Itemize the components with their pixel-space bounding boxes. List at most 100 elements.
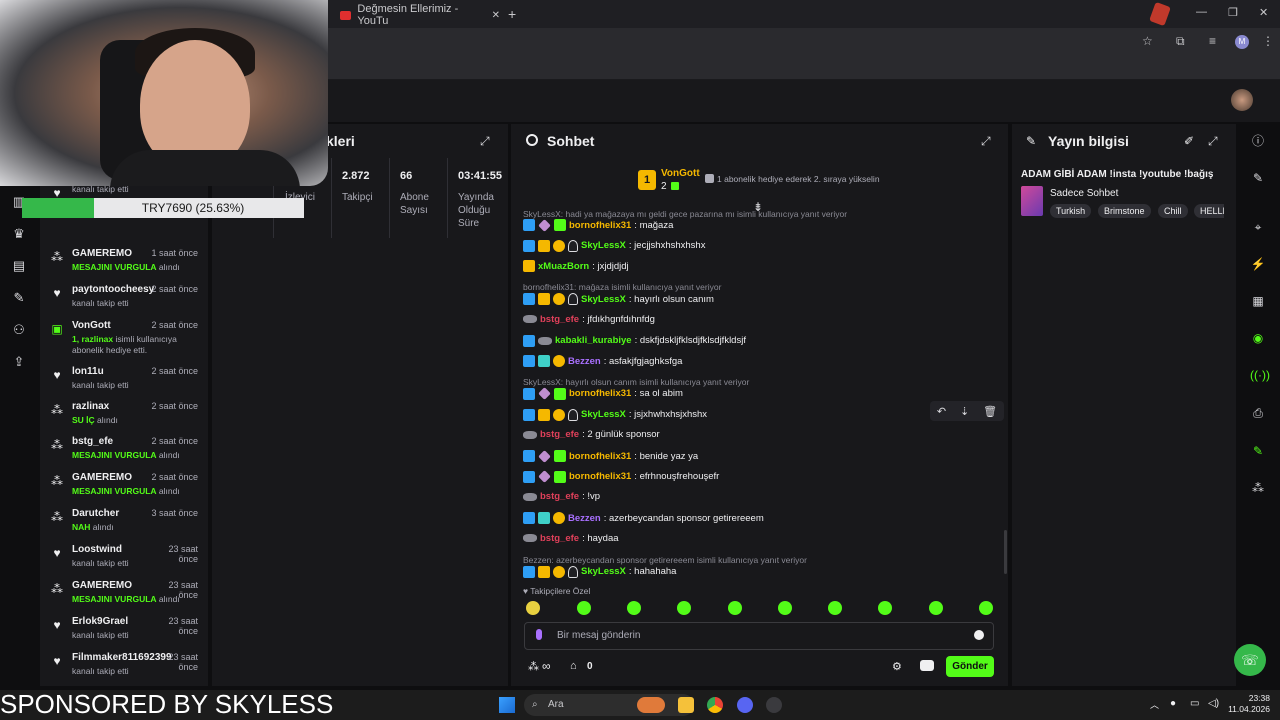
chat-username[interactable]: xMuazBorn <box>538 261 589 272</box>
extensions-icon[interactable]: ⧉ <box>1176 34 1185 49</box>
chevron-up-icon[interactable]: ︿ <box>1150 698 1159 711</box>
file-explorer-icon[interactable] <box>678 697 694 713</box>
chat-popout-icon[interactable]: ⤢ <box>981 134 991 149</box>
activity-item[interactable]: ⁂ GAMEREMO 1 saat önce MESAJINI VURGULA alı… <box>40 248 208 282</box>
chat-username[interactable]: bornofhelix31 <box>569 451 631 462</box>
emote-button[interactable] <box>778 601 792 615</box>
emote-button[interactable] <box>929 601 943 615</box>
chat-bubble-icon[interactable]: ◉ <box>1250 330 1266 346</box>
video-icon[interactable]: ▤ <box>11 258 27 274</box>
emote-button[interactable] <box>677 601 691 615</box>
upload-icon[interactable]: ⇪ <box>11 354 27 370</box>
stream-tag[interactable]: HELLI <box>1194 204 1224 218</box>
pin-icon[interactable]: ⇣ <box>960 405 969 418</box>
widget-icon[interactable] <box>637 697 665 713</box>
star-icon[interactable]: ☆ <box>1142 34 1153 48</box>
chat-message[interactable]: bornofhelix31: mağaza <box>523 218 673 232</box>
popout-icon[interactable]: ⤢ <box>480 134 490 149</box>
chat-message[interactable]: SkyLessX: hahahaha <box>523 565 676 578</box>
activity-item[interactable]: ♥ lon11u 2 saat önce kanalı takip etti <box>40 366 208 400</box>
maximize-button[interactable]: ❐ <box>1228 6 1238 19</box>
activity-item[interactable]: ⁂ GAMEREMO 23 saat önce MESAJINI VURGULA al… <box>40 580 208 614</box>
start-icon[interactable] <box>499 697 515 713</box>
kick-logo-icon[interactable]: ⁂ <box>1250 480 1266 496</box>
chat-message[interactable]: xMuazBorn: jxjdjdjdj <box>523 260 629 273</box>
activity-item[interactable]: ♥ paytontoocheesy 2 saat önce kanalı takip … <box>40 284 208 318</box>
pinned-user[interactable]: VonGott <box>661 168 700 179</box>
info-popout-icon[interactable]: ⤢ <box>1208 134 1218 149</box>
emote-button[interactable] <box>979 601 993 615</box>
chat-username[interactable]: SkyLessX <box>581 240 626 251</box>
taskbar-search[interactable]: Ara <box>524 694 694 716</box>
activity-item[interactable]: ♥ Erlok9Grael 23 saat önce kanalı takip ett… <box>40 616 208 650</box>
settings-icon[interactable]: ⚙ <box>892 660 902 673</box>
info-icon[interactable]: ⓘ <box>1250 133 1266 149</box>
chat-scrollbar[interactable] <box>1004 530 1007 574</box>
activity-item[interactable]: ♥ Loostwind 23 saat önce kanalı takip etti <box>40 544 208 578</box>
emote-button[interactable] <box>828 601 842 615</box>
chat-message[interactable]: Bezzen: asfakjfgjaghksfga <box>523 355 682 368</box>
wrench-icon[interactable]: ✎ <box>11 290 27 306</box>
activity-item[interactable]: ⁂ bstg_efe 2 saat önce MESAJINI VURGULA alı… <box>40 436 208 470</box>
chat-username[interactable]: bstg_efe <box>540 491 579 502</box>
chat-message[interactable]: bornofhelix31: efrhnouşfrehouşefr <box>523 470 719 484</box>
chat-username[interactable]: bstg_efe <box>540 533 579 544</box>
chat-username[interactable]: bstg_efe <box>540 429 579 440</box>
chat-username[interactable]: SkyLessX <box>581 409 626 420</box>
chat-username[interactable]: bornofhelix31 <box>569 388 631 399</box>
stream-tag[interactable]: Turkish <box>1050 204 1092 218</box>
volume-icon[interactable]: ◁) <box>1208 698 1219 709</box>
kick-points-icon[interactable]: ⁂ <box>528 660 539 673</box>
tools-icon[interactable]: ✎ <box>1250 443 1266 459</box>
screen-capture-icon[interactable]: ⌖ <box>1250 219 1266 235</box>
reply-icon[interactable]: ↶ <box>937 405 946 418</box>
emote-button[interactable] <box>878 601 892 615</box>
window-close-button[interactable]: ✕ <box>1259 6 1268 19</box>
chat-username[interactable]: bornofhelix31 <box>569 220 631 231</box>
edit-icon[interactable]: ✐ <box>1184 134 1194 148</box>
user-avatar[interactable] <box>1231 89 1253 111</box>
emoji-icon[interactable] <box>974 630 984 640</box>
chat-message[interactable]: Bezzen: azerbeycandan sponsor getirereee… <box>523 512 764 525</box>
send-button[interactable]: Gönder <box>946 656 994 677</box>
new-tab-button[interactable]: + <box>508 6 516 22</box>
activity-item[interactable]: ⁂ GAMEREMO 2 saat önce MESAJINI VURGULA alı… <box>40 472 208 506</box>
chat-message[interactable]: bstg_efe: jfdıkhgnfdıhnfdg <box>523 314 655 325</box>
activity-item[interactable]: ▣ VonGott 2 saat önce 1, razlinax isimli ku… <box>40 320 208 355</box>
profile-avatar[interactable]: M <box>1235 35 1249 49</box>
store-icon[interactable]: ⌂ <box>570 660 577 672</box>
chat-message[interactable]: bstg_efe: !vp <box>523 491 600 502</box>
discord-icon[interactable] <box>737 697 753 713</box>
document-icon[interactable]: ▦ <box>1250 293 1266 309</box>
chat-message[interactable]: kabakli_kurabiye: dskfjdskljfklsdjfklsdj… <box>523 334 746 347</box>
mic-tray-icon[interactable]: ● <box>1170 698 1176 709</box>
printer-icon[interactable]: ⎙ <box>1250 405 1266 421</box>
emote-button[interactable] <box>627 601 641 615</box>
chat-username[interactable]: bstg_efe <box>540 314 579 325</box>
broadcast-icon[interactable]: ((·)) <box>1250 367 1270 383</box>
chat-message[interactable]: SkyLessX: jecjjshxhshxhshx <box>523 239 705 252</box>
chat-username[interactable]: SkyLessX <box>581 294 626 305</box>
chrome-icon[interactable] <box>707 697 723 713</box>
help-chat-button[interactable]: ☏ <box>1234 644 1266 676</box>
emote-button[interactable] <box>728 601 742 615</box>
lightning-icon[interactable]: ⚡ <box>1250 256 1266 272</box>
trash-icon[interactable]: 🗑 <box>983 405 997 418</box>
chat-username[interactable]: bornofhelix31 <box>569 471 631 482</box>
emote-button[interactable] <box>577 601 591 615</box>
chat-message[interactable]: bornofhelix31: sa ol abim <box>523 387 683 401</box>
reading-list-icon[interactable]: ≡ <box>1209 34 1216 48</box>
emote-button[interactable] <box>526 601 540 615</box>
chat-message[interactable]: SkyLessX: jsjxhwhxhsjxhshx <box>523 408 707 421</box>
chat-username[interactable]: kabakli_kurabiye <box>555 335 632 346</box>
chat-message[interactable]: bstg_efe: 2 günlük sponsor <box>523 429 660 440</box>
monitor-icon[interactable]: ▭ <box>1190 698 1199 709</box>
stream-tag[interactable]: Brimstone <box>1098 204 1151 218</box>
minimize-button[interactable]: — <box>1196 6 1207 18</box>
chat-username[interactable]: Bezzen <box>568 356 601 367</box>
trophy-icon[interactable]: ♛ <box>11 226 27 242</box>
chat-message[interactable]: SkyLessX: hayırlı olsun canım <box>523 293 714 306</box>
browser-tab-youtube[interactable]: Değmesin Ellerimiz - YouTu ✕ <box>340 3 500 27</box>
chat-message[interactable]: bornofhelix31: benide yaz ya <box>523 449 698 463</box>
chat-username[interactable]: Bezzen <box>568 513 601 524</box>
